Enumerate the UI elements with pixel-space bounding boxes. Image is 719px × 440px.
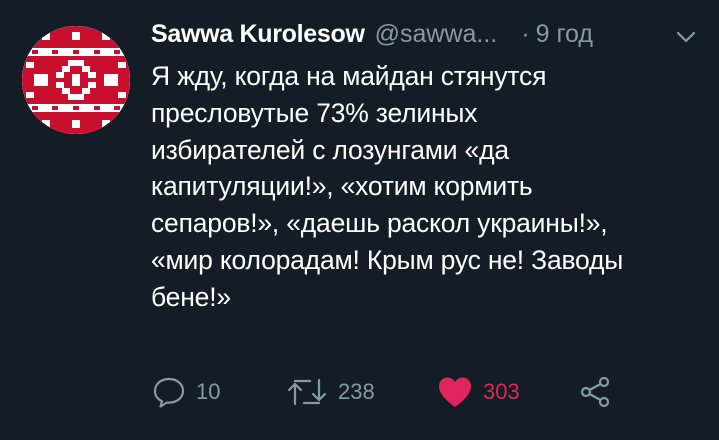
share-icon <box>580 376 610 408</box>
tweet-text-line: Я жду, когда на майдан стянутся <box>151 61 547 91</box>
share-button[interactable] <box>579 372 611 412</box>
tweet-text-line: избирателей с лозунгами «да <box>151 134 509 165</box>
tweet-text-line: сепаров!», «даешь раскол украины!», <box>151 208 608 239</box>
tweet-timestamp[interactable]: 9 год <box>536 20 593 49</box>
reply-count: 10 <box>196 379 221 404</box>
author-handle[interactable]: @sawwa... <box>375 20 498 49</box>
retweet-count: 238 <box>338 379 375 404</box>
tweet-text-line: пресловутые 73% зелиных <box>151 97 478 128</box>
retweet-icon <box>287 378 327 406</box>
belarusian-ornament-avatar-icon <box>22 26 130 134</box>
like-button[interactable]: 303 <box>437 372 520 412</box>
like-count: 303 <box>483 379 520 404</box>
tweet-text: Я жду, когда на майдан стянутся преслову… <box>151 58 706 316</box>
reply-button[interactable]: 10 <box>152 372 220 412</box>
tweet-text-line: капитуляции!», «хотим кормить <box>151 171 533 202</box>
reply-icon <box>153 377 185 408</box>
retweet-button[interactable]: 238 <box>286 372 375 412</box>
heart-icon <box>439 377 471 407</box>
tweet-text-line: бене!» <box>151 281 231 312</box>
avatar[interactable] <box>22 26 130 134</box>
author-display-name[interactable]: Sawwa Kurolesow <box>151 20 365 49</box>
top-edge <box>0 0 719 6</box>
tweet-text-line: «мир колорадам! Крым рус не! Заводы <box>151 244 624 275</box>
chevron-down-icon[interactable] <box>676 30 696 44</box>
tweet-actions: 10 238 303 <box>152 372 712 412</box>
tweet-header: Sawwa Kurolesow @sawwa... · 9 год <box>151 20 701 56</box>
header-separator: · <box>521 20 530 48</box>
